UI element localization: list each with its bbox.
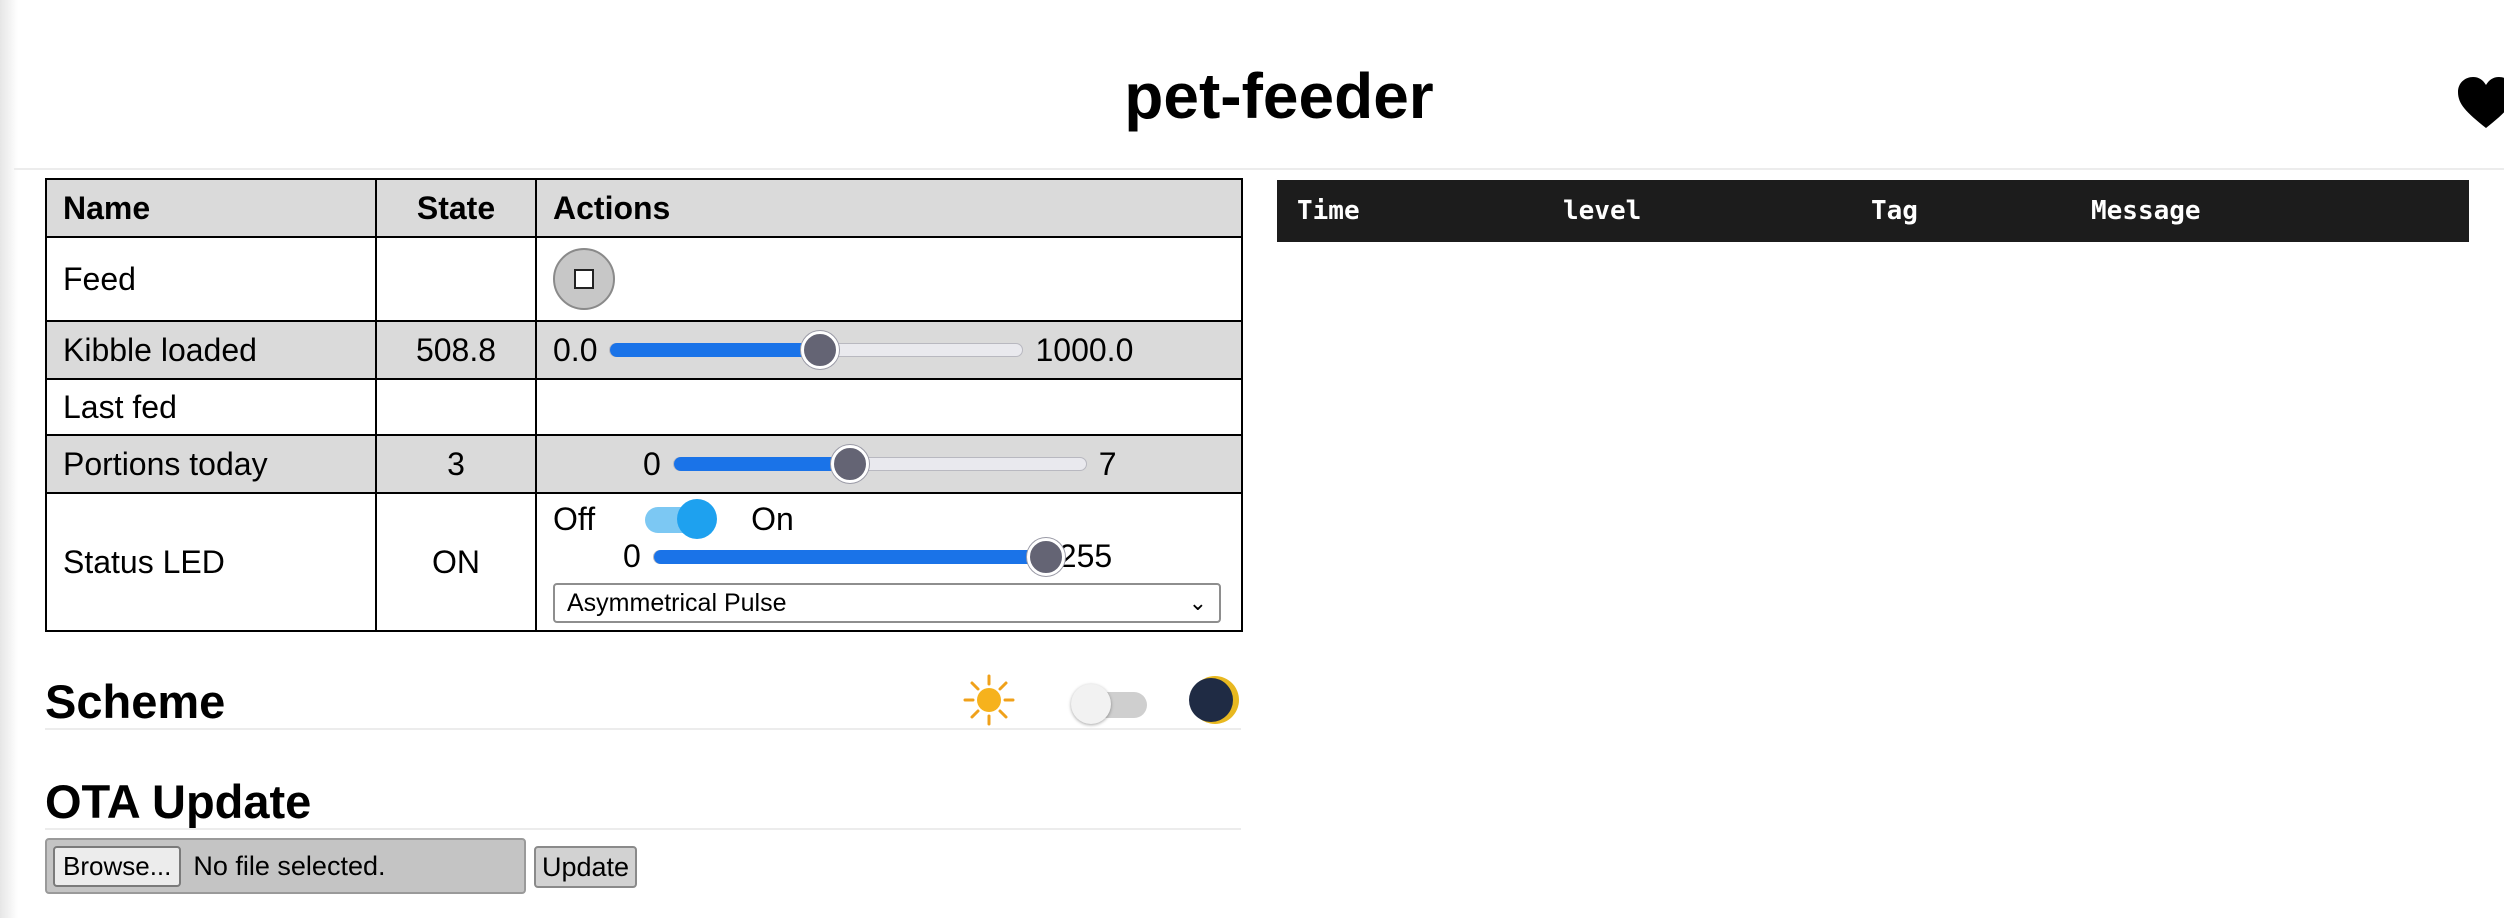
range-min-label: 0 [643, 445, 661, 482]
ota-section: OTA Update [45, 774, 1241, 830]
moon-icon [1189, 676, 1239, 724]
chevron-down-icon: ⌄ [1188, 590, 1207, 615]
file-status: No file selected. [193, 850, 386, 881]
entity-name: Status LED [45, 492, 377, 632]
heart-icon[interactable] [2456, 76, 2504, 130]
led-brightness-range: 0 255 [553, 537, 1225, 576]
entity-state: 3 [375, 434, 537, 494]
slider-fill [673, 457, 851, 471]
entity-name: Feed [45, 236, 377, 322]
portions-slider[interactable] [672, 445, 1087, 483]
led-toggle[interactable] [645, 498, 718, 539]
table-row-feed: Feed [45, 236, 1243, 322]
column-header-name: Name [45, 178, 377, 238]
browse-button[interactable]: Browse... [53, 845, 182, 887]
entities-panel: Name State Actions Feed Kibble loaded 50… [45, 178, 1243, 894]
log-column-message: Message [2091, 196, 2201, 226]
sun-icon [963, 674, 1015, 726]
led-toggle-row: Off On [553, 498, 1225, 539]
table-row-last-fed: Last fed [45, 378, 1243, 436]
table-row-portions-today: Portions today 3 0 7 [45, 434, 1243, 494]
range-min-label: 0.0 [553, 331, 598, 368]
range-min-label: 0 [623, 538, 641, 574]
select-value: Asymmetrical Pulse [567, 588, 787, 617]
portions-range: 0 7 [553, 445, 1225, 483]
entity-state [375, 378, 537, 436]
table-row-kibble-loaded: Kibble loaded 508.8 0.0 1000.0 [45, 320, 1243, 380]
range-max-label: 255 [1058, 538, 1113, 574]
entity-state: 508.8 [375, 320, 537, 380]
entity-actions [535, 378, 1243, 436]
entity-name: Kibble loaded [45, 320, 377, 380]
kibble-slider[interactable] [609, 331, 1024, 369]
square-icon [574, 269, 594, 289]
toggle-knob [1071, 684, 1111, 724]
slider-thumb[interactable] [1026, 537, 1065, 576]
kibble-range: 0.0 1000.0 [553, 331, 1225, 369]
toggle-knob [677, 498, 718, 539]
table-header-row: Name State Actions [45, 178, 1243, 238]
toggle-off-label: Off [553, 501, 596, 537]
range-max-label: 7 [1098, 445, 1117, 482]
file-input[interactable]: Browse... No file selected. [45, 838, 526, 894]
slider-fill [653, 549, 1046, 564]
ota-heading: OTA Update [45, 775, 312, 828]
entity-actions [535, 236, 1243, 322]
slider-fill [610, 343, 821, 357]
led-brightness-slider[interactable] [652, 537, 1065, 576]
page-title: pet-feeder [1124, 60, 1434, 132]
range-max-label: 1000.0 [1035, 331, 1134, 368]
entity-actions: 0.0 1000.0 [535, 320, 1243, 380]
scheme-heading: Scheme [45, 675, 226, 728]
column-header-state: State [375, 178, 537, 238]
log-column-tag: Tag [1871, 196, 1918, 226]
table-row-status-led: Status LED ON Off On 0 255 Asymmetrical … [45, 492, 1243, 632]
log-header: Time level Tag Message [1277, 180, 2469, 242]
feed-button[interactable] [553, 248, 615, 310]
toggle-on-label: On [751, 501, 794, 537]
entity-actions: Off On 0 255 Asymmetrical Pulse ⌄ [535, 492, 1243, 632]
entity-name: Portions today [45, 434, 377, 494]
entities-table: Name State Actions Feed Kibble loaded 50… [45, 178, 1243, 632]
column-header-actions: Actions [535, 178, 1243, 238]
page-header: pet-feeder [14, 0, 2504, 170]
entity-name: Last fed [45, 378, 377, 436]
update-button[interactable]: Update [534, 846, 638, 888]
entity-state [375, 236, 537, 322]
scheme-section: Scheme [45, 674, 1241, 730]
log-column-level: level [1563, 196, 1642, 226]
log-column-time: Time [1297, 196, 1360, 226]
slider-thumb[interactable] [801, 331, 840, 369]
dark-mode-toggle[interactable] [1071, 684, 1147, 724]
entity-state: ON [375, 492, 537, 632]
led-effect-select[interactable]: Asymmetrical Pulse ⌄ [553, 583, 1221, 623]
entity-actions: 0 7 [535, 434, 1243, 494]
slider-thumb[interactable] [831, 445, 870, 483]
